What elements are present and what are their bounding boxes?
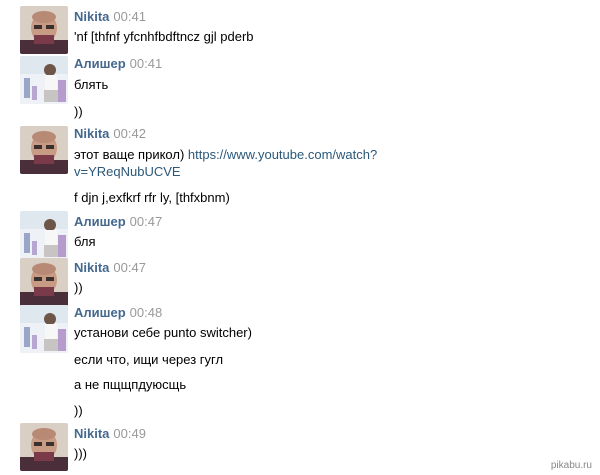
message-author[interactable]: Алишер (74, 305, 126, 320)
youtube-link[interactable]: https://www.youtube.com/watch? (188, 147, 377, 162)
message-time: 00:41 (129, 56, 163, 71)
avatar-nikita-icon[interactable] (20, 258, 68, 306)
message-author[interactable]: Nikita (74, 9, 109, 24)
message-author[interactable]: Nikita (74, 126, 109, 141)
message-text: установи себе punto switcher) (74, 325, 252, 340)
message-text: блять (74, 77, 109, 92)
message-text: а не пщщпдуюсщь (74, 377, 187, 392)
message-time: 00:49 (113, 426, 146, 441)
message-time: 00:42 (113, 126, 146, 141)
message-text: v=YReqNubUCVE (74, 164, 181, 180)
avatar-nikita-icon[interactable] (20, 423, 68, 471)
avatar-nikita-icon[interactable] (20, 6, 68, 54)
message-time: 00:47 (129, 214, 163, 229)
message-time: 00:47 (113, 260, 146, 275)
avatar-nikita-icon[interactable] (20, 126, 68, 174)
message-author[interactable]: Алишер (74, 56, 126, 71)
message-author[interactable]: Nikita (74, 260, 109, 275)
message-text: ))) (74, 446, 87, 461)
message-time: 00:48 (129, 305, 163, 320)
youtube-link-continued[interactable]: v=YReqNubUCVE (74, 164, 181, 179)
message-text: бля (74, 234, 96, 249)
message-author[interactable]: Алишер (74, 214, 126, 229)
message-text: )) (74, 104, 83, 119)
chat-log: Nikita 00:41 'nf [thfnf yfcnhfbdftncz gjl… (0, 0, 600, 475)
message-author[interactable]: Nikita (74, 426, 109, 441)
message-text: f djn j,exfkrf rfr ly, [thfxbnm) (74, 190, 230, 205)
avatar-alisher-icon[interactable] (20, 211, 68, 259)
avatar-alisher-icon[interactable] (20, 56, 68, 104)
message-text: )) (74, 403, 83, 418)
message-time: 00:41 (113, 9, 146, 24)
watermark: pikabu.ru (550, 460, 592, 471)
message-text: если что, ищи через гугл (74, 352, 224, 367)
message-text: этот ваще прикол) https://www.youtube.co… (74, 147, 377, 163)
message-text: )) (74, 280, 83, 295)
message-text: 'nf [thfnf yfcnhfbdftncz gjl pderb (74, 29, 254, 44)
avatar-alisher-icon[interactable] (20, 305, 68, 353)
message-text-prefix: этот ваще прикол) (74, 147, 188, 162)
